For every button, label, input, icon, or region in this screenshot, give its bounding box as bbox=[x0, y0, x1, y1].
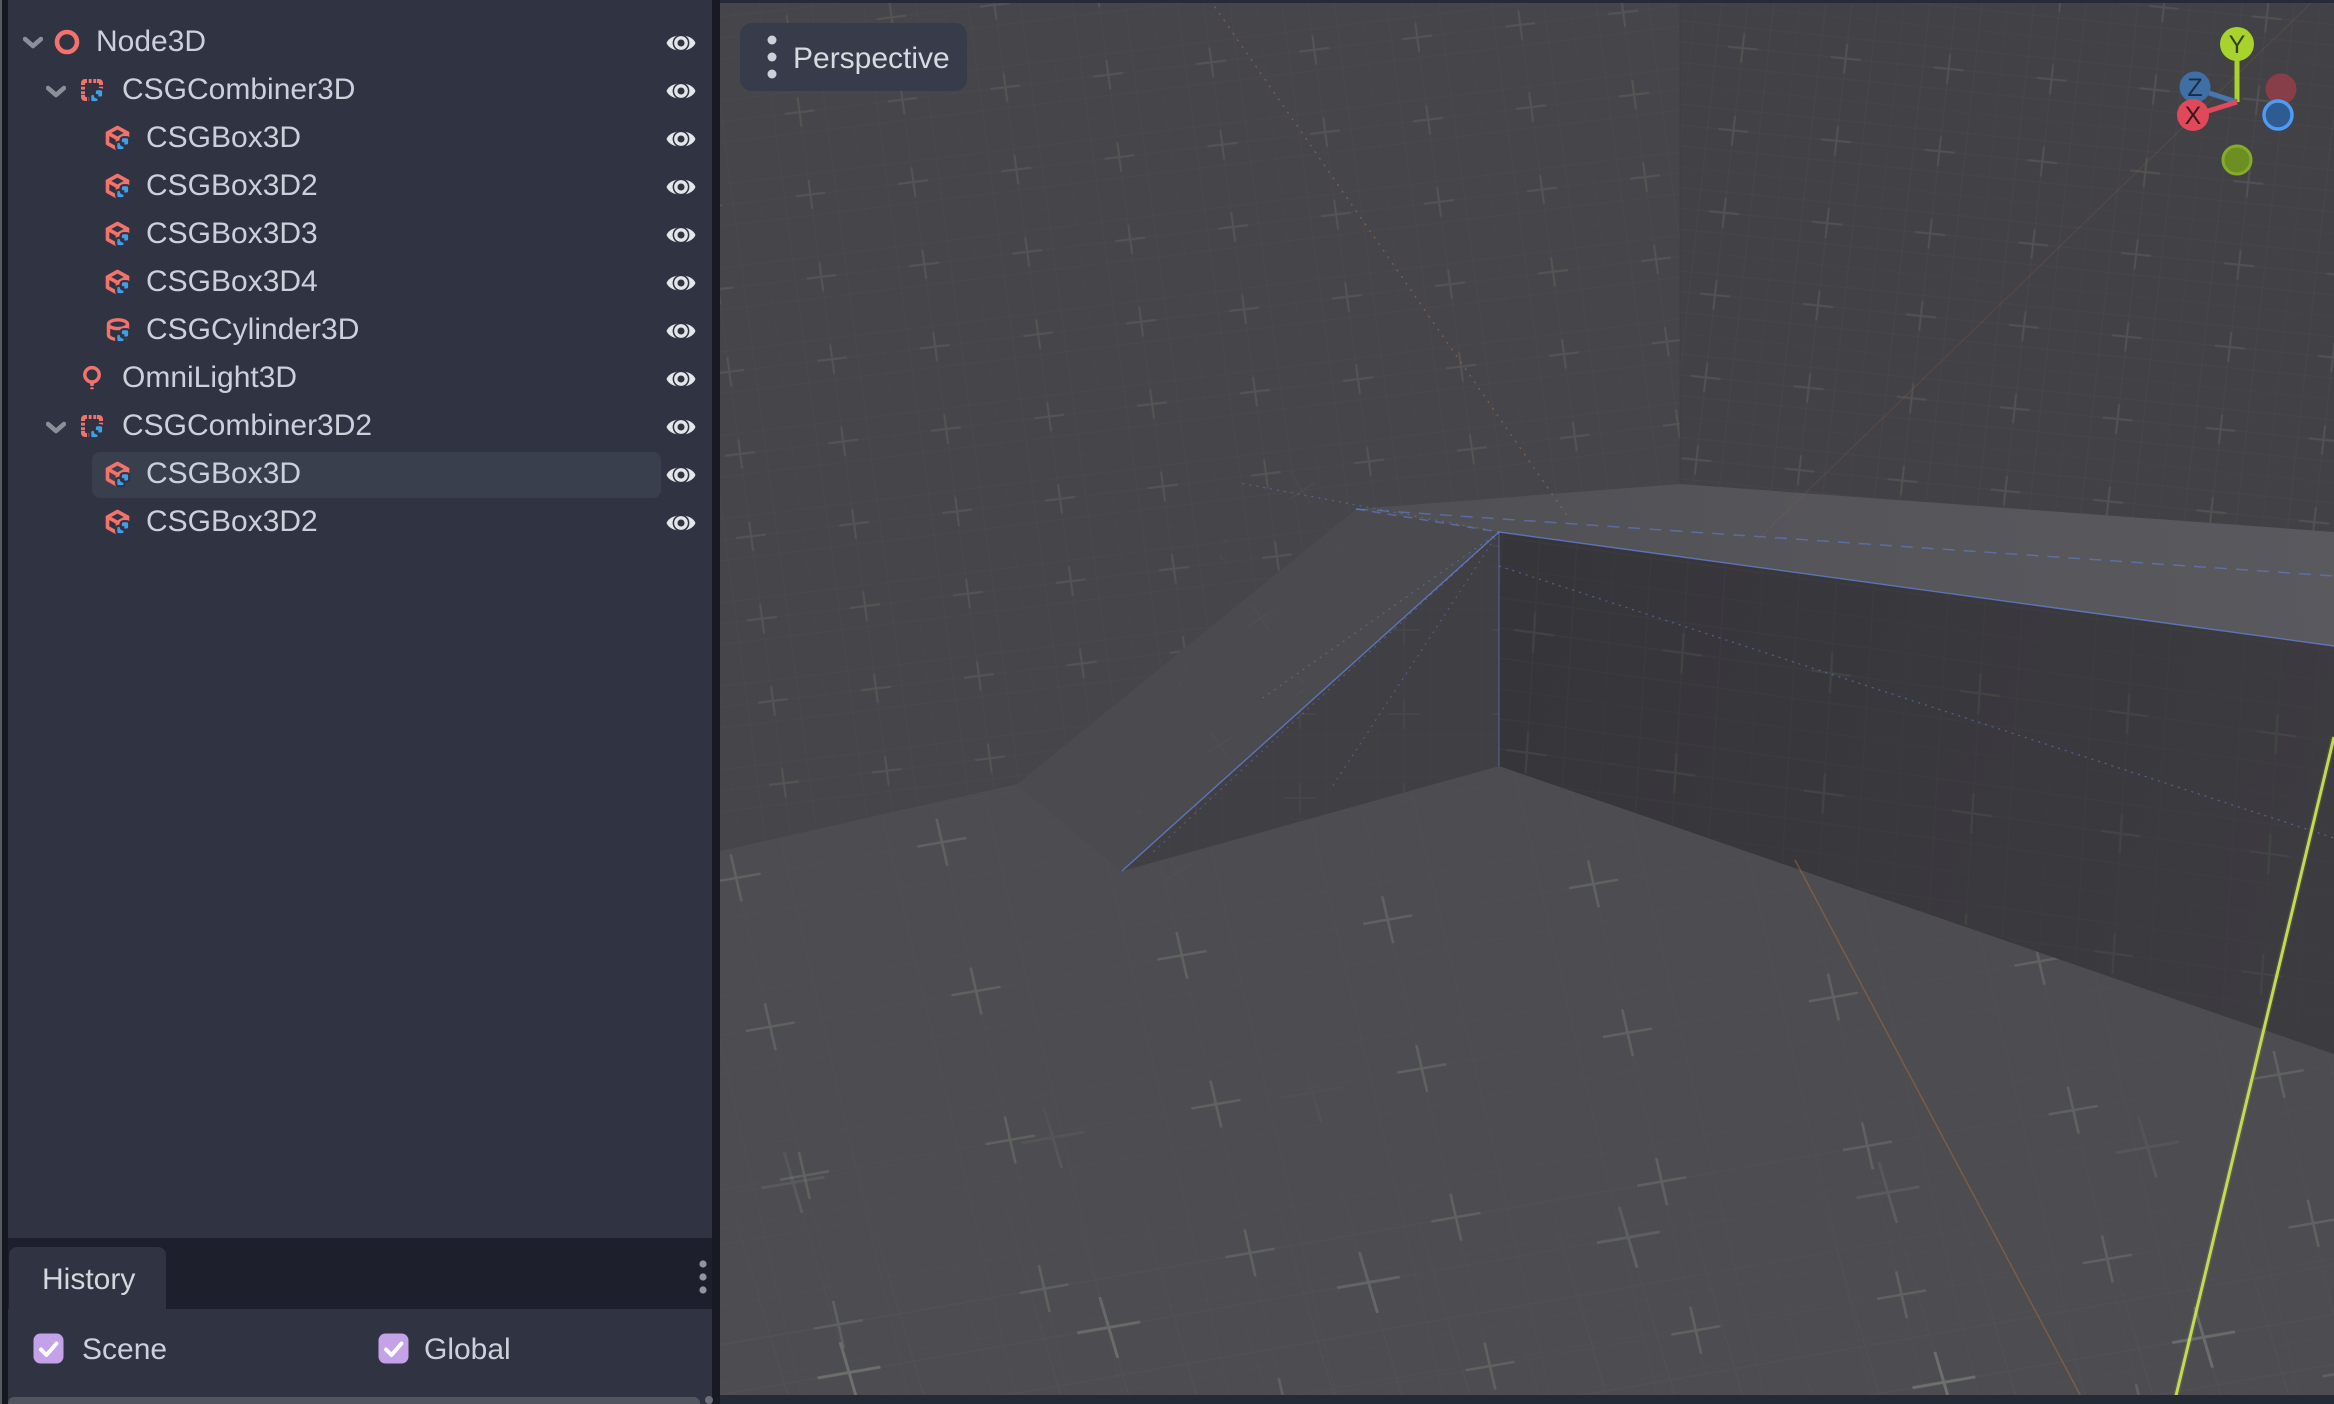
svg-text:X: X bbox=[2185, 102, 2202, 130]
svg-text:Perspective: Perspective bbox=[793, 42, 950, 75]
svg-text:Z: Z bbox=[2187, 74, 2202, 102]
svg-text:Y: Y bbox=[2229, 31, 2246, 59]
